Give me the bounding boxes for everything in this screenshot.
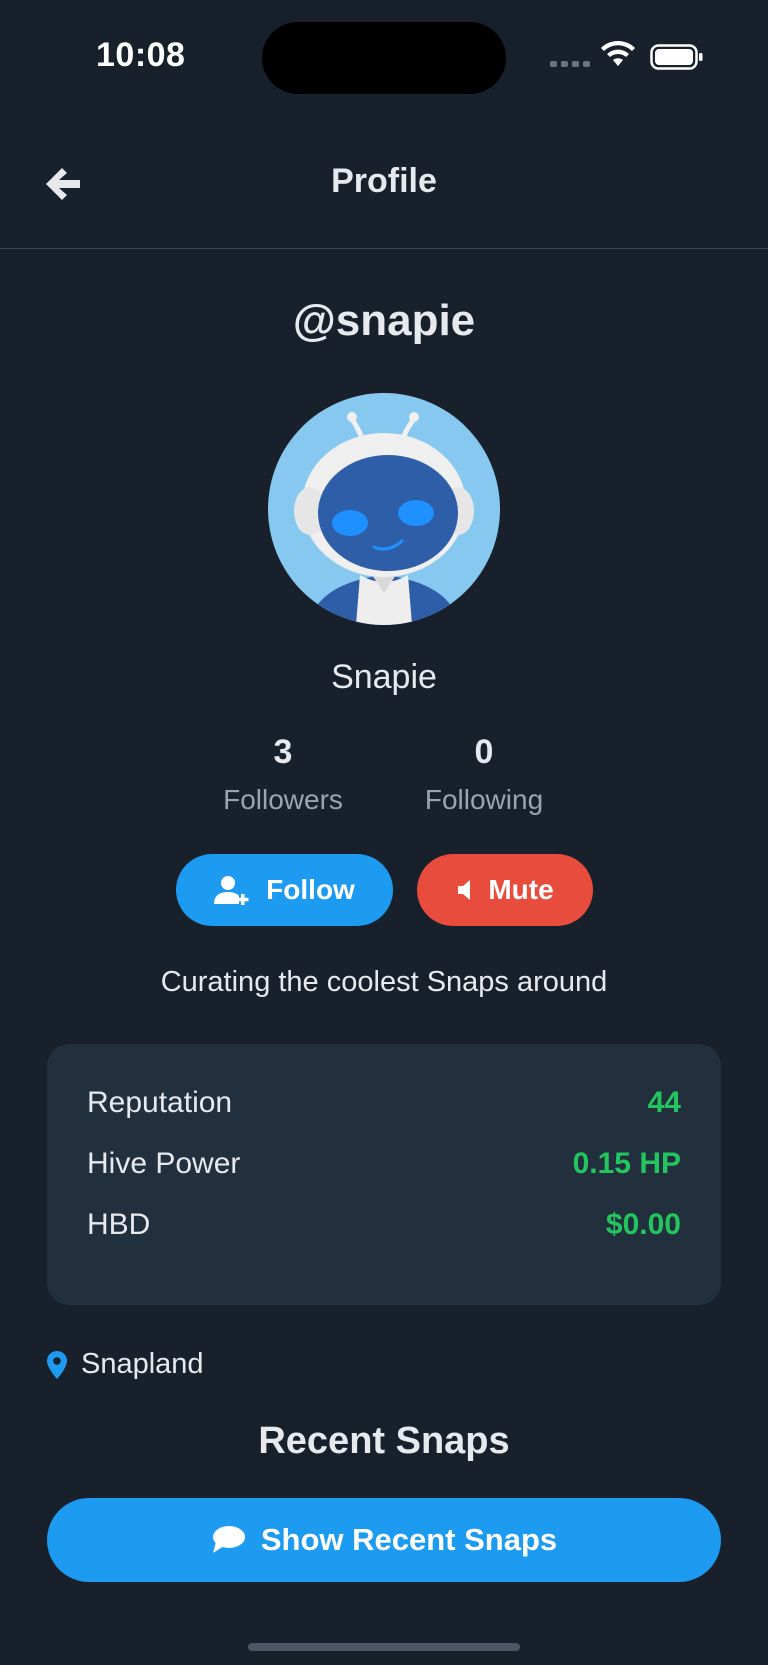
user-plus-icon xyxy=(214,876,249,905)
robot-avatar-icon xyxy=(268,393,500,625)
profile-display-name: Snapie xyxy=(331,658,437,696)
header: Profile xyxy=(0,110,768,249)
speaker-muted-icon xyxy=(458,880,471,900)
followers-stat[interactable]: 3 Followers xyxy=(193,733,373,816)
show-recent-snaps-button[interactable]: Show Recent Snaps xyxy=(47,1498,721,1582)
hive-power-label: Hive Power xyxy=(87,1147,241,1180)
following-count: 0 xyxy=(474,733,494,771)
followers-label: Followers xyxy=(223,784,343,815)
avatar xyxy=(268,393,500,625)
reputation-value: 44 xyxy=(647,1086,681,1119)
hive-power-value: 0.15 HP xyxy=(572,1147,681,1180)
reputation-row: Reputation 44 xyxy=(87,1086,681,1120)
followers-count: 3 xyxy=(273,733,293,771)
show-recent-snaps-label: Show Recent Snaps xyxy=(260,1522,558,1557)
follow-button[interactable]: Follow xyxy=(176,854,393,926)
cellular-signal-icon xyxy=(550,61,590,67)
wallet-card: Reputation 44 Hive Power 0.15 HP HBD $0.… xyxy=(47,1044,721,1305)
hbd-label: HBD xyxy=(87,1208,151,1241)
battery-icon xyxy=(650,44,703,70)
location: Snapland xyxy=(47,1348,204,1381)
location-text: Snapland xyxy=(81,1348,204,1380)
mute-button[interactable]: Mute xyxy=(417,854,593,926)
home-indicator[interactable] xyxy=(248,1643,520,1651)
status-time: 10:08 xyxy=(96,36,186,74)
follow-button-label: Follow xyxy=(266,874,355,905)
map-pin-icon xyxy=(47,1350,67,1379)
wifi-icon xyxy=(601,40,635,66)
following-label: Following xyxy=(424,784,544,815)
dynamic-island xyxy=(262,22,506,94)
status-bar: 10:08 xyxy=(0,0,768,110)
reputation-label: Reputation xyxy=(87,1086,233,1119)
chat-bubble-icon xyxy=(212,1526,245,1553)
page-title: Profile xyxy=(331,162,437,200)
hbd-value: $0.00 xyxy=(605,1208,681,1241)
profile-bio: Curating the coolest Snaps around xyxy=(160,966,608,998)
recent-snaps-title: Recent Snaps xyxy=(258,1420,510,1462)
hive-power-row: Hive Power 0.15 HP xyxy=(87,1147,681,1181)
mute-button-label: Mute xyxy=(488,874,554,905)
profile-username: @snapie xyxy=(292,296,476,345)
following-stat[interactable]: 0 Following xyxy=(394,733,574,816)
hbd-row: HBD $0.00 xyxy=(87,1208,681,1242)
